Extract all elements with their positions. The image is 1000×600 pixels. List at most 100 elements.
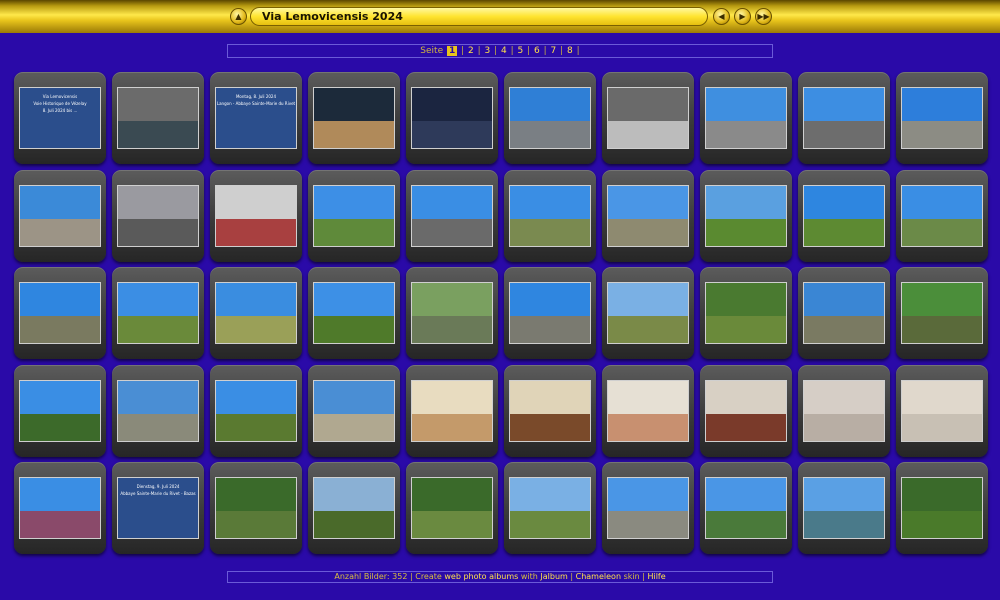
previous-icon[interactable]: ◀	[713, 8, 730, 25]
title-card-text: Abbaye Sainte-Marie du Rivet - Bazas	[120, 491, 196, 496]
thumbnail-tile[interactable]	[112, 267, 204, 359]
thumbnail-tile[interactable]	[504, 72, 596, 164]
title-card-text: Langon - Abbaye Sainte-Marie du Rivet	[216, 101, 296, 106]
thumbnail-tile[interactable]	[798, 72, 890, 164]
thumbnail-tile[interactable]: Dienstag, 9. Juli 2024 Abbaye Sainte-Mari…	[112, 462, 204, 554]
thumbnail-tile[interactable]	[210, 267, 302, 359]
photo-thumbnail	[607, 282, 689, 344]
photo-thumbnail	[313, 87, 395, 149]
thumbnail-tile[interactable]	[14, 364, 106, 457]
page-current: 1	[447, 46, 458, 56]
page-link[interactable]: 2	[468, 46, 474, 56]
thumbnail-tile[interactable]	[504, 364, 596, 457]
thumbnail-tile[interactable]	[798, 462, 890, 554]
thumbnail-tile[interactable]	[602, 72, 694, 164]
photo-thumbnail	[509, 184, 591, 247]
thumbnail-tile[interactable]	[406, 462, 498, 554]
thumbnail-tile[interactable]	[700, 169, 792, 262]
photo-thumbnail	[803, 477, 885, 539]
photo-thumbnail	[411, 87, 493, 149]
thumbnail-tile[interactable]	[602, 267, 694, 359]
thumbnail-tile[interactable]	[308, 169, 400, 262]
thumbnail-tile[interactable]	[700, 72, 792, 164]
thumbnail-tile[interactable]: Montag, 8. Juli 2024 Langon - Abbaye Sain…	[210, 72, 302, 164]
thumbnail-tile[interactable]	[504, 169, 596, 262]
photo-thumbnail	[19, 184, 101, 247]
thumbnail-tile[interactable]	[308, 462, 400, 554]
page-link[interactable]: 4	[501, 46, 507, 56]
title-card-text: Dienstag, 9. Juli 2024	[136, 484, 180, 489]
photo-thumbnail	[215, 379, 297, 442]
thumbnail-tile[interactable]	[602, 169, 694, 262]
photo-thumbnail	[803, 379, 885, 442]
thumbnail-tile[interactable]	[798, 364, 890, 457]
jalbum-link[interactable]: Jalbum	[540, 572, 567, 581]
thumbnail-tile[interactable]	[602, 364, 694, 457]
photo-thumbnail	[901, 184, 983, 247]
thumbnail-tile[interactable]	[308, 267, 400, 359]
with-label: with	[520, 572, 538, 581]
thumbnail-tile[interactable]	[896, 169, 988, 262]
photo-thumbnail	[901, 477, 983, 539]
thumbnail-tile[interactable]	[14, 462, 106, 554]
play-icon[interactable]: ▶	[734, 8, 751, 25]
thumbnail-tile[interactable]	[210, 364, 302, 457]
help-link[interactable]: Hilfe	[647, 572, 665, 581]
photo-thumbnail	[313, 379, 395, 442]
thumbnail-tile[interactable]	[602, 462, 694, 554]
thumbnail-tile[interactable]	[504, 267, 596, 359]
thumbnail-tile[interactable]	[896, 72, 988, 164]
photo-thumbnail	[607, 477, 689, 539]
thumbnail-tile[interactable]	[896, 267, 988, 359]
thumbnail-tile[interactable]	[896, 462, 988, 554]
page-link[interactable]: 5	[518, 46, 524, 56]
photo-thumbnail	[901, 379, 983, 442]
album-title: Via Lemovicensis 2024	[250, 7, 708, 26]
photo-thumbnail	[313, 184, 395, 247]
photo-thumbnail	[901, 87, 983, 149]
web-photo-albums-link[interactable]: web photo albums	[444, 572, 518, 581]
thumbnail-tile[interactable]	[308, 364, 400, 457]
thumbnail-tile[interactable]	[798, 267, 890, 359]
up-arrow-icon[interactable]: ▲	[230, 8, 247, 25]
create-label: Create	[415, 572, 442, 581]
page-link[interactable]: 8	[567, 46, 573, 56]
page-link[interactable]: 3	[485, 46, 491, 56]
thumbnail-tile[interactable]	[700, 267, 792, 359]
thumbnail-tile[interactable]	[14, 169, 106, 262]
photo-thumbnail	[117, 184, 199, 247]
pagination: Seite 1 | 2 | 3 | 4 | 5 | 6 | 7 | 8 |	[227, 44, 773, 58]
thumbnail-tile[interactable]	[406, 72, 498, 164]
photo-thumbnail	[313, 282, 395, 344]
photo-thumbnail	[313, 477, 395, 539]
thumbnail-tile[interactable]	[308, 72, 400, 164]
thumbnail-tile[interactable]	[14, 267, 106, 359]
thumbnail-tile[interactable]	[700, 462, 792, 554]
thumbnail-tile[interactable]	[112, 72, 204, 164]
thumbnail-tile[interactable]	[406, 267, 498, 359]
photo-thumbnail	[117, 379, 199, 442]
thumbnail-tile[interactable]	[112, 169, 204, 262]
thumbnail-tile[interactable]	[798, 169, 890, 262]
photo-thumbnail	[705, 477, 787, 539]
page-link[interactable]: 7	[551, 46, 557, 56]
thumbnail-grid: Via Lemovicensis Voie Historique de Vézel…	[14, 72, 988, 554]
skin-label: skin	[623, 572, 640, 581]
thumbnail-tile[interactable]	[210, 169, 302, 262]
thumbnail-tile[interactable]	[112, 364, 204, 457]
thumbnail-tile[interactable]	[700, 364, 792, 457]
thumbnail-tile[interactable]: Via Lemovicensis Voie Historique de Vézel…	[14, 72, 106, 164]
title-card-text: 8. Juli 2024 bis ...	[42, 108, 78, 113]
thumbnail-tile[interactable]	[896, 364, 988, 457]
photo-thumbnail	[509, 282, 591, 344]
next-icon[interactable]: ▶▶	[755, 8, 772, 25]
chameleon-link[interactable]: Chameleon	[576, 572, 621, 581]
photo-thumbnail	[509, 87, 591, 149]
photo-thumbnail	[607, 87, 689, 149]
page-link[interactable]: 6	[534, 46, 540, 56]
thumbnail-tile[interactable]	[406, 364, 498, 457]
image-count: 352	[392, 572, 408, 581]
thumbnail-tile[interactable]	[504, 462, 596, 554]
thumbnail-tile[interactable]	[406, 169, 498, 262]
thumbnail-tile[interactable]	[210, 462, 302, 554]
